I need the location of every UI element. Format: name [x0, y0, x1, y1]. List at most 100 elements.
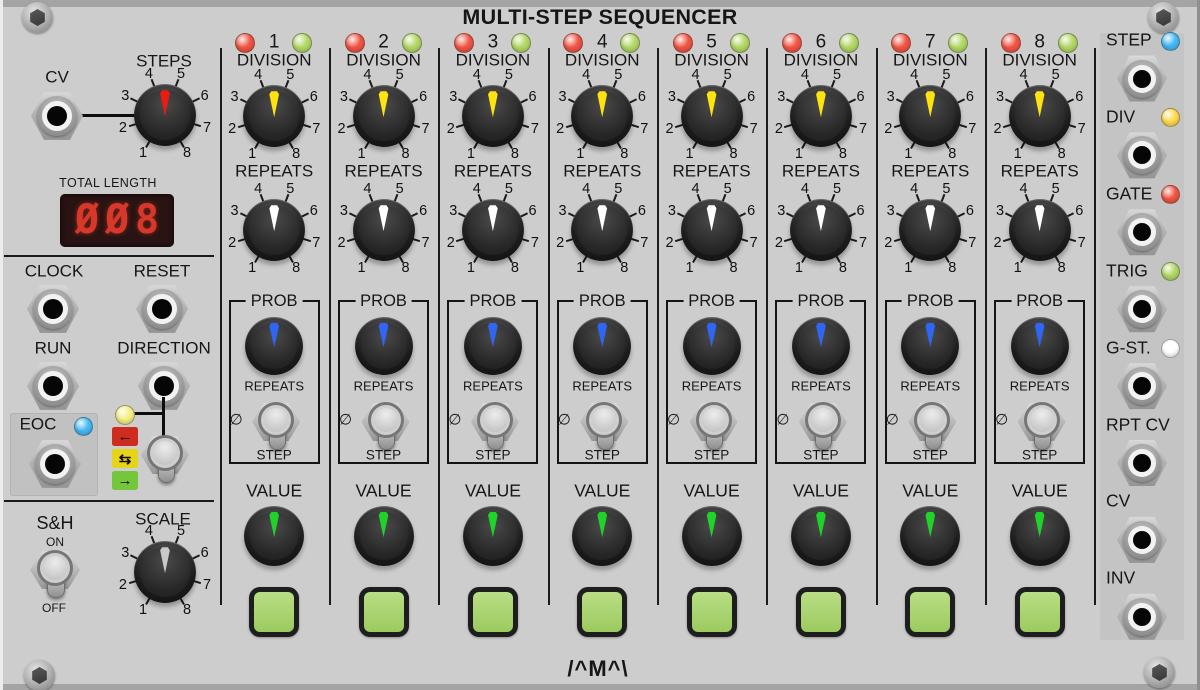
- step-button[interactable]: [359, 587, 409, 637]
- division-knob[interactable]: [1009, 85, 1071, 147]
- value-knob[interactable]: [572, 506, 632, 566]
- prob-mode-repeats-label: REPEATS: [463, 380, 523, 393]
- output-jack-gst[interactable]: [1117, 361, 1167, 411]
- repeats-label: REPEATS: [563, 163, 641, 180]
- division-knob[interactable]: [790, 85, 852, 147]
- step-button[interactable]: [577, 587, 627, 637]
- steps-knob[interactable]: [134, 84, 196, 146]
- step-button[interactable]: [905, 587, 955, 637]
- knob-scale-number: 5: [720, 181, 736, 197]
- prob-mode-step-label: STEP: [694, 448, 729, 462]
- repeats-knob[interactable]: [899, 199, 961, 261]
- value-label: VALUE: [684, 482, 740, 500]
- repeats-knob[interactable]: [243, 199, 305, 261]
- eoc-output-jack[interactable]: [29, 438, 81, 490]
- knob-scale-number: 8: [1054, 260, 1070, 276]
- knob-scale-number: 3: [227, 203, 243, 219]
- prob-mode-step-label: STEP: [475, 448, 510, 462]
- output-step-led: [1161, 32, 1180, 51]
- knob-scale-number: 1: [682, 260, 698, 276]
- repeats-knob[interactable]: [571, 199, 633, 261]
- division-knob[interactable]: [571, 85, 633, 147]
- division-knob[interactable]: [681, 85, 743, 147]
- step-button[interactable]: [249, 587, 299, 637]
- knob-scale-number: 2: [115, 120, 131, 136]
- repeats-knob[interactable]: [790, 199, 852, 261]
- knob-scale-number: 5: [173, 523, 189, 539]
- knob-scale-number: 4: [359, 181, 375, 197]
- division-knob[interactable]: [899, 85, 961, 147]
- value-knob[interactable]: [900, 506, 960, 566]
- prob-knob[interactable]: [1011, 317, 1069, 375]
- output-label-step: STEP: [1106, 30, 1152, 51]
- cv-input-jack[interactable]: [31, 90, 83, 142]
- knob-scale-number: 4: [250, 181, 266, 197]
- clock-input-jack[interactable]: [27, 283, 79, 335]
- run-input-jack[interactable]: [27, 360, 79, 412]
- value-knob[interactable]: [791, 506, 851, 566]
- step-button[interactable]: [687, 587, 737, 637]
- output-jack-trig[interactable]: [1117, 284, 1167, 334]
- step-button[interactable]: [468, 587, 518, 637]
- reset-input-jack[interactable]: [136, 283, 188, 335]
- knob-scale-number: 6: [1071, 203, 1087, 219]
- output-jack-rptcv[interactable]: [1117, 438, 1167, 488]
- step-button[interactable]: [1015, 587, 1065, 637]
- knob-scale-number: 3: [445, 203, 461, 219]
- division-label: DIVISION: [565, 52, 640, 69]
- output-jack-gate[interactable]: [1117, 207, 1167, 257]
- knob-scale-number: 3: [336, 89, 352, 105]
- knob-scale-number: 5: [938, 181, 954, 197]
- output-jack-inv[interactable]: [1117, 592, 1167, 642]
- jack-hole: [1133, 454, 1151, 472]
- division-knob[interactable]: [353, 85, 415, 147]
- value-knob[interactable]: [354, 506, 414, 566]
- prob-mode-repeats-label: REPEATS: [244, 380, 304, 393]
- knob-scale-number: 6: [853, 203, 869, 219]
- knob-scale-number: 7: [746, 235, 762, 251]
- prob-knob[interactable]: [245, 317, 303, 375]
- division-knob[interactable]: [462, 85, 524, 147]
- value-knob[interactable]: [682, 506, 742, 566]
- repeats-knob[interactable]: [1009, 199, 1071, 261]
- repeats-knob[interactable]: [681, 199, 743, 261]
- prob-knob[interactable]: [901, 317, 959, 375]
- step-button[interactable]: [796, 587, 846, 637]
- division-knob[interactable]: [243, 85, 305, 147]
- knob-scale-number: 2: [771, 121, 787, 137]
- prob-knob[interactable]: [683, 317, 741, 375]
- total-length-display: ØØ8: [60, 194, 174, 247]
- value-knob[interactable]: [244, 506, 304, 566]
- knob-scale-number: 5: [938, 67, 954, 83]
- direction-toggle[interactable]: [141, 436, 189, 490]
- eoc-label: EOC: [20, 416, 57, 433]
- jack-hole: [152, 299, 172, 319]
- knob-scale-number: 1: [791, 260, 807, 276]
- prob-knob[interactable]: [573, 317, 631, 375]
- knob-scale-number: 7: [199, 577, 215, 593]
- output-jack-cv[interactable]: [1117, 515, 1167, 565]
- output-label-gate: GATE: [1106, 183, 1152, 204]
- knob-scale-number: 1: [900, 146, 916, 162]
- prob-knob[interactable]: [792, 317, 850, 375]
- prob-knob[interactable]: [464, 317, 522, 375]
- output-jack-step[interactable]: [1117, 54, 1167, 104]
- prob-knob[interactable]: [355, 317, 413, 375]
- knob-scale-number: 3: [664, 203, 680, 219]
- knob-scale-number: 3: [992, 203, 1008, 219]
- output-jack-div[interactable]: [1117, 130, 1167, 180]
- channel-number: 7: [925, 33, 936, 52]
- toggle-ring: [586, 402, 622, 438]
- scale-knob[interactable]: [134, 541, 196, 603]
- knob-scale-number: 5: [392, 181, 408, 197]
- toggle-ring: [258, 402, 294, 438]
- knob-scale-number: 7: [308, 121, 324, 137]
- repeats-knob[interactable]: [462, 199, 524, 261]
- sample-hold-toggle[interactable]: [30, 551, 80, 605]
- value-knob[interactable]: [463, 506, 523, 566]
- knob-scale-number: 1: [354, 146, 370, 162]
- toggle-ring: [368, 402, 404, 438]
- value-knob[interactable]: [1010, 506, 1070, 566]
- value-label: VALUE: [793, 482, 849, 500]
- repeats-knob[interactable]: [353, 199, 415, 261]
